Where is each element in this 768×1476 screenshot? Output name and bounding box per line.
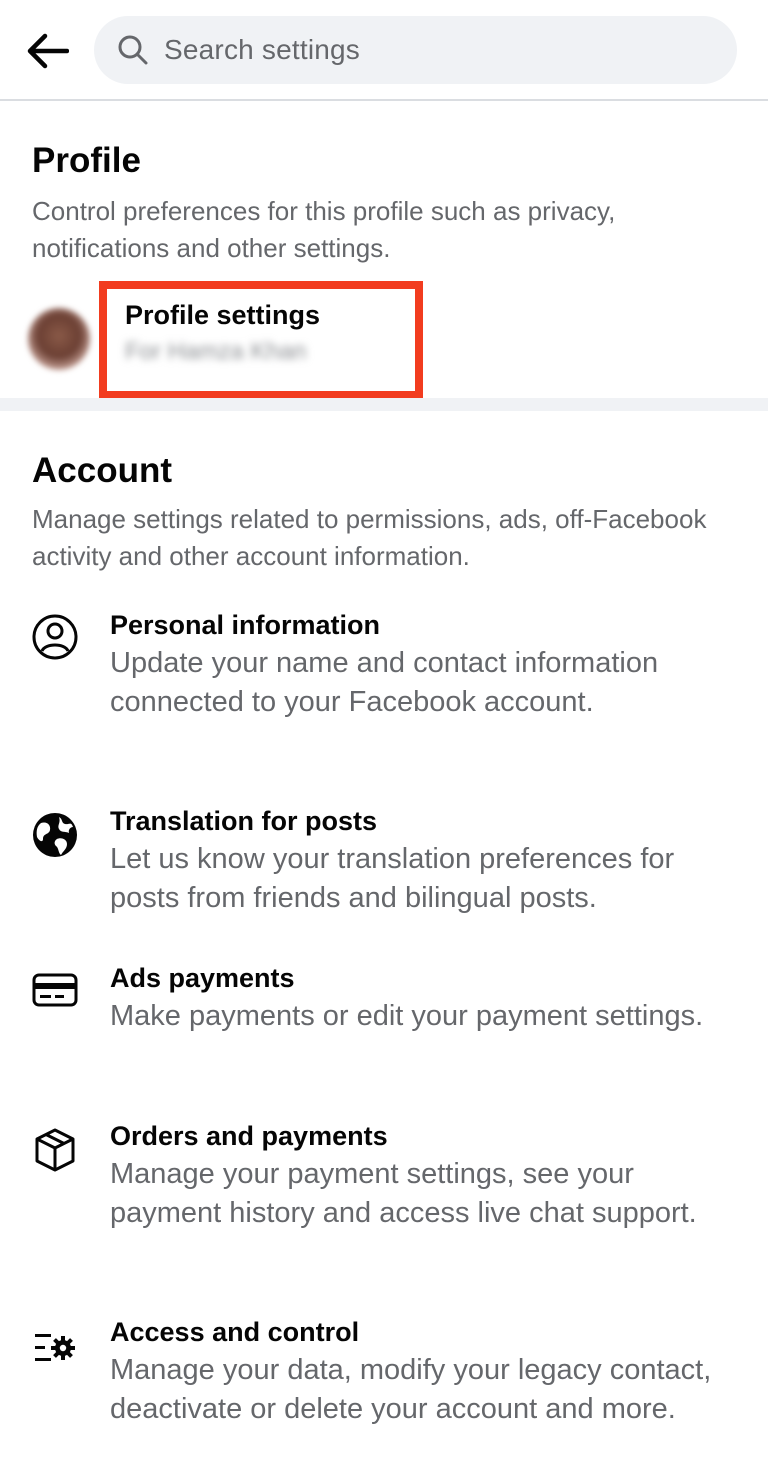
item-description: Let us know your translation preferences…: [110, 843, 675, 914]
profile-name-subtitle: For Hamza Khan: [125, 338, 307, 365]
profile-settings-label[interactable]: Profile settings: [125, 300, 320, 331]
package-icon: [30, 1125, 80, 1175]
list-item-personal-information[interactable]: Personal information Update your name an…: [0, 610, 768, 770]
item-title: Access and control: [110, 1317, 360, 1347]
list-item-access-and-control[interactable]: Access and control Manage your data, mod…: [0, 1317, 768, 1467]
item-title: Orders and payments: [110, 1121, 388, 1151]
globe-icon: [30, 810, 80, 860]
list-item-orders-and-payments[interactable]: Orders and payments Manage your payment …: [0, 1121, 768, 1281]
search-placeholder: Search settings: [164, 34, 360, 65]
top-bar: Search settings: [0, 0, 768, 101]
settings-list-gear-icon: [30, 1323, 80, 1373]
profile-section-description: Control preferences for this profile suc…: [32, 196, 616, 263]
user-circle-icon: [30, 612, 80, 662]
search-icon: [116, 33, 150, 67]
item-title: Ads payments: [110, 963, 295, 993]
list-item-ads-payments[interactable]: Ads payments Make payments or edit your …: [0, 963, 768, 1073]
item-title: Translation for posts: [110, 806, 378, 836]
arrow-left-icon: [27, 33, 69, 69]
list-item-translation-for-posts[interactable]: Translation for posts Let us know your t…: [0, 806, 768, 926]
avatar: [28, 308, 90, 370]
item-description: Update your name and contact information…: [110, 647, 659, 718]
item-title: Personal information: [110, 610, 381, 640]
search-input[interactable]: Search settings: [94, 16, 737, 84]
item-description: Manage your payment settings, see your p…: [110, 1158, 697, 1229]
credit-card-icon: [30, 965, 80, 1015]
item-description: Make payments or edit your payment setti…: [110, 1000, 704, 1032]
section-divider: [0, 398, 768, 411]
account-section-description: Manage settings related to permissions, …: [32, 504, 707, 571]
item-description: Manage your data, modify your legacy con…: [110, 1354, 712, 1425]
account-section-title: Account: [32, 451, 172, 490]
back-button[interactable]: [22, 26, 72, 76]
profile-section-title: Profile: [32, 141, 141, 180]
